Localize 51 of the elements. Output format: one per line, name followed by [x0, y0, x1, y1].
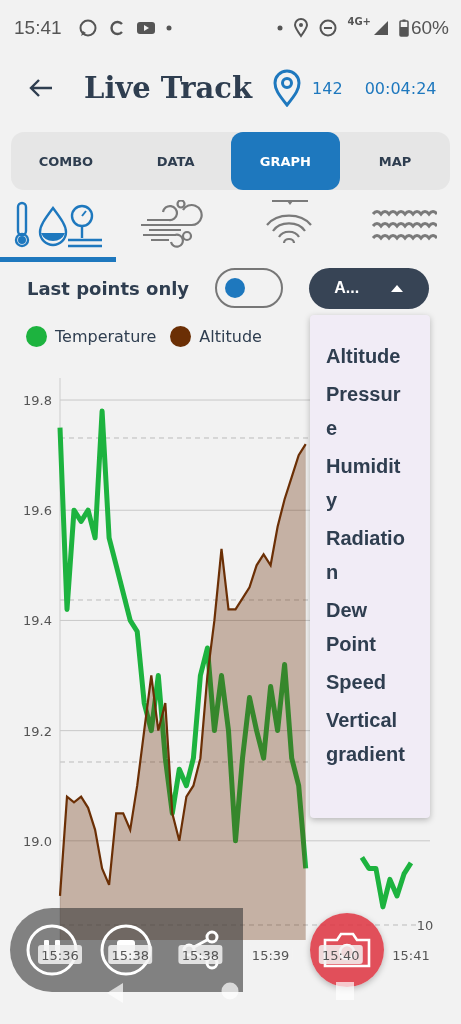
- dot-icon: [277, 25, 284, 31]
- sync-icon: [107, 19, 126, 37]
- map-pin-icon: [272, 69, 303, 107]
- do-not-disturb-icon: [319, 19, 338, 37]
- home-nav-icon[interactable]: [221, 982, 239, 1000]
- x-axis-label: 15:40: [322, 948, 360, 963]
- menu-item[interactable]: Altitude: [326, 339, 406, 373]
- x-axis-label: 15:38: [111, 948, 149, 963]
- menu-item[interactable]: Radiation: [326, 521, 406, 589]
- toggle-switch[interactable]: [215, 268, 283, 308]
- y-axis-label: 19.4: [23, 613, 52, 629]
- signal-icon: [372, 20, 389, 36]
- battery-level: 60%: [410, 17, 449, 39]
- y-axis-label: 19.8: [23, 393, 52, 409]
- y-axis-label: 19.2: [23, 723, 52, 739]
- page-title: Live Track: [84, 71, 253, 105]
- y-axis-label: 19.6: [23, 503, 52, 519]
- menu-item[interactable]: Pressure: [326, 377, 406, 445]
- tab[interactable]: MAP: [340, 132, 450, 190]
- x-axis-label: 15:41: [392, 948, 430, 963]
- menu-item[interactable]: Vertical gradient: [326, 703, 406, 771]
- menu-item[interactable]: Speed: [326, 665, 406, 699]
- series-dropdown[interactable]: A...: [309, 267, 429, 309]
- tab[interactable]: DATA: [120, 132, 231, 190]
- network-type: 4G+: [347, 16, 371, 27]
- x-axis-label: 15:39: [251, 948, 290, 963]
- battery-icon: [398, 19, 409, 37]
- back-arrow-icon: [28, 78, 54, 98]
- x-axis-label: 15:38: [181, 948, 220, 963]
- tab[interactable]: COMBO: [11, 132, 121, 190]
- camera-icon: [322, 930, 372, 970]
- tab[interactable]: GRAPH: [230, 132, 341, 190]
- legend-label: Altitude: [199, 326, 262, 346]
- chat-icon: [77, 18, 98, 38]
- menu-item[interactable]: Dew Point: [326, 593, 406, 661]
- location-icon: [293, 18, 310, 38]
- menu-item[interactable]: Humidity: [326, 449, 406, 517]
- pause-button[interactable]: [26, 924, 78, 976]
- y-axis-label: 10: [416, 918, 434, 933]
- back-nav-icon[interactable]: [105, 982, 125, 1004]
- caret-icon: [389, 284, 404, 292]
- legend-label: Temperature: [55, 326, 157, 346]
- x-axis-label: 15:36: [41, 948, 79, 963]
- elapsed-time: 00:04:24: [364, 78, 437, 98]
- y-axis-label: 19.0: [23, 833, 52, 849]
- stop-button[interactable]: [100, 924, 152, 976]
- clock: 15:41: [14, 17, 62, 39]
- dot-icon: [165, 25, 172, 31]
- toggle-label: Last points only: [27, 277, 191, 299]
- point-count: 142: [312, 78, 343, 98]
- video-icon: [135, 20, 156, 36]
